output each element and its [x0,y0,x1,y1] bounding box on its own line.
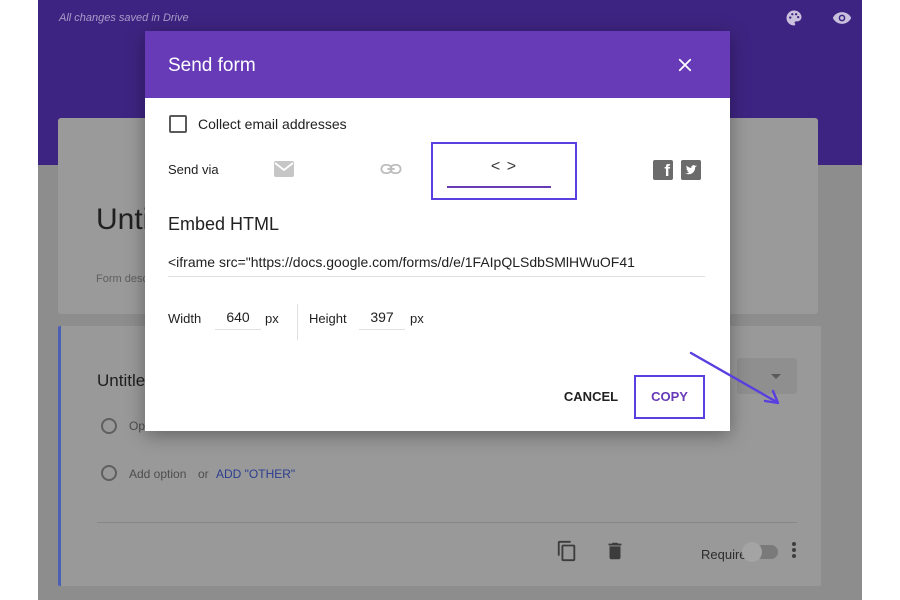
page-background [38,165,58,600]
divider [297,304,298,340]
send-form-dialog: Send form Collect email addresses Send v… [145,31,780,431]
collect-email-label[interactable]: Collect email addresses [198,116,347,132]
email-icon[interactable] [273,160,295,178]
more-vert-icon[interactable] [791,542,797,562]
trash-icon[interactable] [604,540,626,562]
copy-button[interactable]: COPY [634,375,705,419]
eye-icon[interactable] [832,8,852,28]
collect-email-checkbox[interactable] [169,115,187,133]
facebook-icon[interactable]: f [653,160,673,180]
or-text: or [198,467,209,481]
send-via-label: Send via [168,162,219,177]
add-option-link[interactable]: Add option [129,467,186,481]
duplicate-icon[interactable] [556,540,578,562]
add-other-link[interactable]: ADD "OTHER" [216,467,295,481]
width-unit: px [265,311,279,326]
chevron-down-icon [771,374,781,379]
link-icon[interactable] [380,161,402,177]
height-label: Height [309,311,347,326]
divider [97,522,797,523]
embed-html-title: Embed HTML [168,214,280,234]
close-icon[interactable] [676,56,694,74]
width-label: Width [168,311,202,326]
cancel-button[interactable]: CANCEL [558,381,624,413]
embed-code-field[interactable]: <iframe src="https://docs.google.com/for… [168,254,705,277]
radio-add-option [101,465,117,481]
palette-icon[interactable] [784,8,804,28]
question-type-dropdown[interactable] [737,358,797,394]
embed-code-icon: < > [490,158,518,175]
dialog-title: Send form [168,55,256,76]
width-input[interactable]: 640 [215,305,261,330]
save-status: All changes saved in Drive [59,12,189,24]
radio-option-1[interactable] [101,418,117,434]
height-unit: px [410,311,424,326]
height-input[interactable]: 397 [359,305,405,330]
required-toggle[interactable] [742,542,778,562]
dialog-header: Send form [145,31,730,98]
toggle-knob [742,542,762,562]
active-tab-indicator [447,186,551,188]
tab-embed-html[interactable]: < > [431,142,577,200]
twitter-icon[interactable] [681,160,701,180]
